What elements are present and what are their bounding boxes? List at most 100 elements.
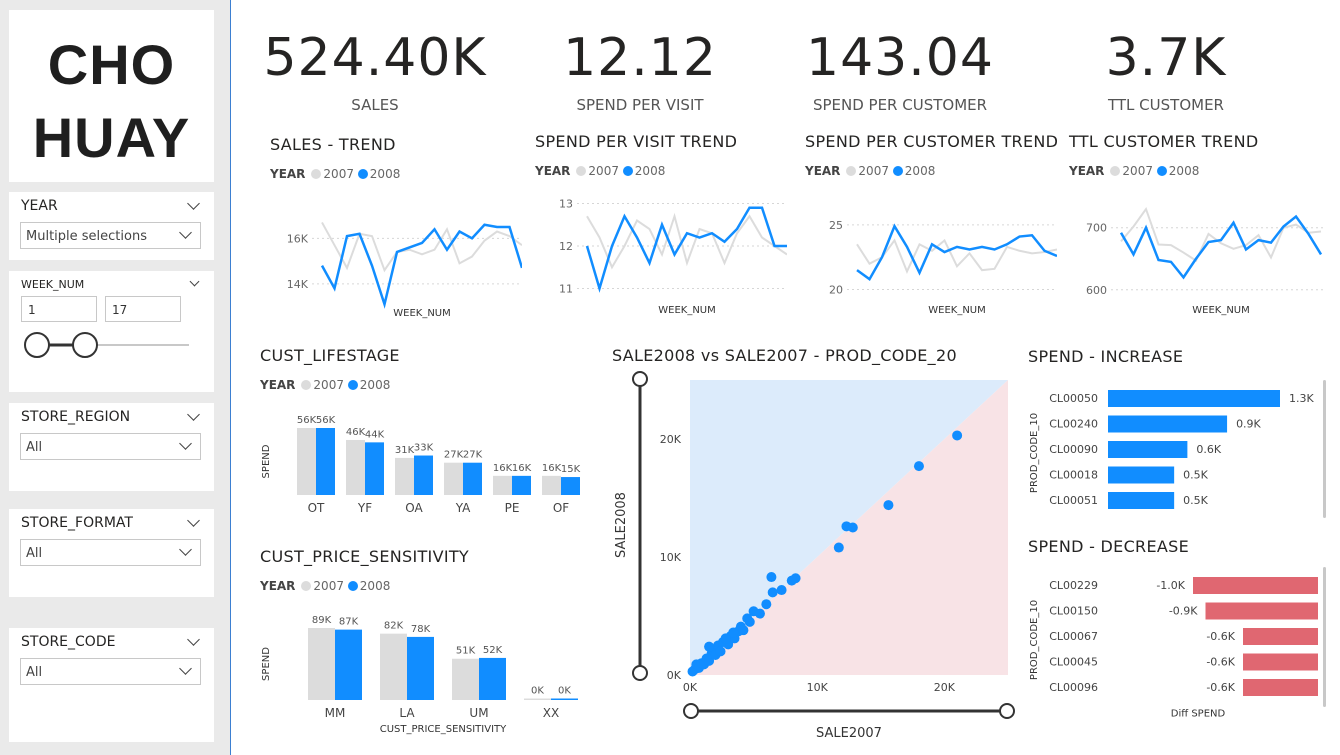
legend-dot-2007: [576, 166, 587, 176]
week-range-slider[interactable]: [9, 326, 214, 366]
y-zoom-handle: [632, 665, 648, 681]
bar-2008-MM: [335, 629, 362, 700]
bar-2008-OT: [316, 428, 335, 495]
scatter-chart[interactable]: 20K 10K 0K0K 10K 20K SALE2007 SALE2008: [605, 365, 1025, 750]
logo-line-2: HUAY: [32, 106, 191, 169]
bar-CL00045: [1243, 653, 1318, 671]
category-label: UM: [469, 706, 488, 720]
data-label: -0.9K: [1169, 605, 1198, 618]
kpi-spc-label: SPEND PER CUSTOMER: [812, 96, 988, 114]
kpi-spv-value: 12.12: [563, 28, 717, 88]
category-label: YA: [455, 501, 471, 515]
y-tick-label: 16K: [287, 232, 309, 245]
scatter-point: [913, 461, 924, 472]
bar-2008-XX: [551, 698, 578, 700]
spv-trend-legend: YEAR 2007 2008: [535, 164, 665, 178]
week-from-input[interactable]: 1: [21, 296, 97, 322]
category-label: CL00050: [1049, 392, 1098, 405]
legend-dot-2008: [1156, 166, 1167, 176]
legend-dot-2008: [892, 166, 903, 176]
spc-trend-chart[interactable]: 25 20 WEEK_NUM: [797, 200, 1057, 317]
price-sens-chart[interactable]: SPEND 89K 87K MM 82K 78K LA 51K 52K UM 0K 0K XX CUST_…: [255, 600, 595, 740]
lifestage-chart[interactable]: SPEND 56K 56K OT 46K 44K YF 31K 33K OA 27K 27K YA 16K…: [255, 400, 595, 520]
data-label: -0.6K: [1206, 656, 1235, 669]
bar-2007-LA: [380, 633, 407, 700]
scatter-point: [847, 522, 858, 533]
bar-2008-YF: [365, 442, 384, 495]
category-label: CL00150: [1049, 605, 1098, 618]
y-axis-label: SALE2008: [614, 492, 629, 558]
decrease-title: SPEND - DECREASE: [1028, 537, 1189, 556]
y-axis-label: PROD_CODE_10: [1029, 413, 1040, 493]
scatter-point: [761, 599, 772, 610]
year-slicer: YEAR Multiple selections: [9, 192, 214, 260]
region-dropdown[interactable]: All: [20, 433, 201, 460]
scatter-point: [883, 500, 894, 511]
data-label: 0K: [531, 686, 544, 697]
series-line-2007: [321, 221, 522, 273]
cust-trend-legend: YEAR 2007 2008: [1069, 164, 1199, 178]
spv-trend-title: SPEND PER VISIT TREND: [535, 132, 738, 151]
scatter-point: [776, 585, 787, 596]
year-slicer-title: YEAR: [21, 198, 58, 214]
legend-2007: 2007: [313, 378, 344, 392]
store-code-slicer: STORE_CODE All: [9, 628, 214, 742]
lifestage-title: CUST_LIFESTAGE: [260, 346, 400, 365]
spv-trend-chart[interactable]: 13 12 11 WEEK_NUM: [527, 185, 787, 317]
bar-2007-OA: [395, 457, 414, 495]
format-dropdown[interactable]: All: [20, 539, 201, 566]
bar-2008-PE: [512, 475, 531, 495]
bar-CL00096: [1243, 679, 1318, 696]
category-label: CL00051: [1049, 494, 1098, 507]
legend-2008: 2008: [904, 164, 936, 178]
data-label: 56K: [316, 415, 336, 426]
cust-trend-chart[interactable]: 700 600 WEEK_NUM: [1061, 200, 1326, 317]
data-label: -0.6K: [1206, 681, 1235, 694]
sales-trend-chart[interactable]: 16K 14K WEEK_NUM: [262, 190, 522, 322]
x-axis-label: CUST_PRICE_SENSITIVITY: [380, 724, 507, 735]
category-label: PE: [505, 501, 520, 515]
bar-2007-PE: [493, 475, 512, 495]
series-line-2007: [586, 212, 787, 270]
collapse-chevron-icon[interactable]: [189, 276, 200, 287]
bar-2008-YA: [463, 462, 482, 495]
decrease-chart[interactable]: PROD_CODE_10 CL00229 -1.0K CL00150 -0.9K CL00…: [1022, 565, 1332, 720]
chevron-down-icon: [179, 226, 192, 239]
legend-title: YEAR: [270, 167, 306, 181]
week-to-input[interactable]: 17: [105, 296, 181, 322]
scatter-point: [833, 542, 844, 553]
category-label: OA: [405, 501, 423, 515]
year-dropdown[interactable]: Multiple selections: [20, 222, 201, 249]
x-axis-label: Diff SPEND: [1171, 709, 1226, 720]
collapse-chevron-icon[interactable]: [187, 408, 200, 421]
category-label: MM: [325, 706, 346, 720]
scatter-point: [738, 625, 749, 636]
store-code-dropdown[interactable]: All: [20, 658, 201, 685]
bar-2007-YA: [444, 462, 463, 495]
collapse-chevron-icon[interactable]: [187, 633, 200, 646]
scatter-point: [766, 572, 777, 583]
data-label: 16K: [493, 463, 513, 474]
spc-trend-title: SPEND PER CUSTOMER TREND: [805, 132, 1059, 151]
week-slicer-title: WEEK_NUM: [21, 278, 85, 291]
kpi-cust-value: 3.7K: [1105, 28, 1227, 88]
data-label: 0.5K: [1183, 469, 1208, 482]
collapse-chevron-icon[interactable]: [187, 197, 200, 210]
data-label: 52K: [483, 645, 503, 656]
collapse-chevron-icon[interactable]: [187, 514, 200, 527]
sales-trend-title: SALES - TREND: [270, 135, 396, 154]
y-tick-label: 11: [559, 283, 573, 296]
category-label: CL00229: [1049, 579, 1098, 592]
legend-dot-2008: [622, 166, 633, 176]
bar-CL00067: [1243, 628, 1318, 645]
kpi-spv-label: SPEND PER VISIT: [576, 96, 704, 114]
bar-CL00090: [1108, 441, 1188, 458]
data-label: 33K: [414, 443, 434, 454]
kpi-spc-value: 143.04: [806, 28, 994, 88]
x-zoom-handle: [683, 703, 699, 719]
y-tick-label: 600: [1086, 284, 1107, 297]
category-label: OF: [553, 501, 569, 515]
legend-2008: 2008: [359, 378, 391, 392]
increase-chart[interactable]: PROD_CODE_10 CL00050 1.3K CL00240 0.9K CL0009…: [1022, 378, 1332, 518]
y-tick-label: 0K: [667, 669, 682, 682]
